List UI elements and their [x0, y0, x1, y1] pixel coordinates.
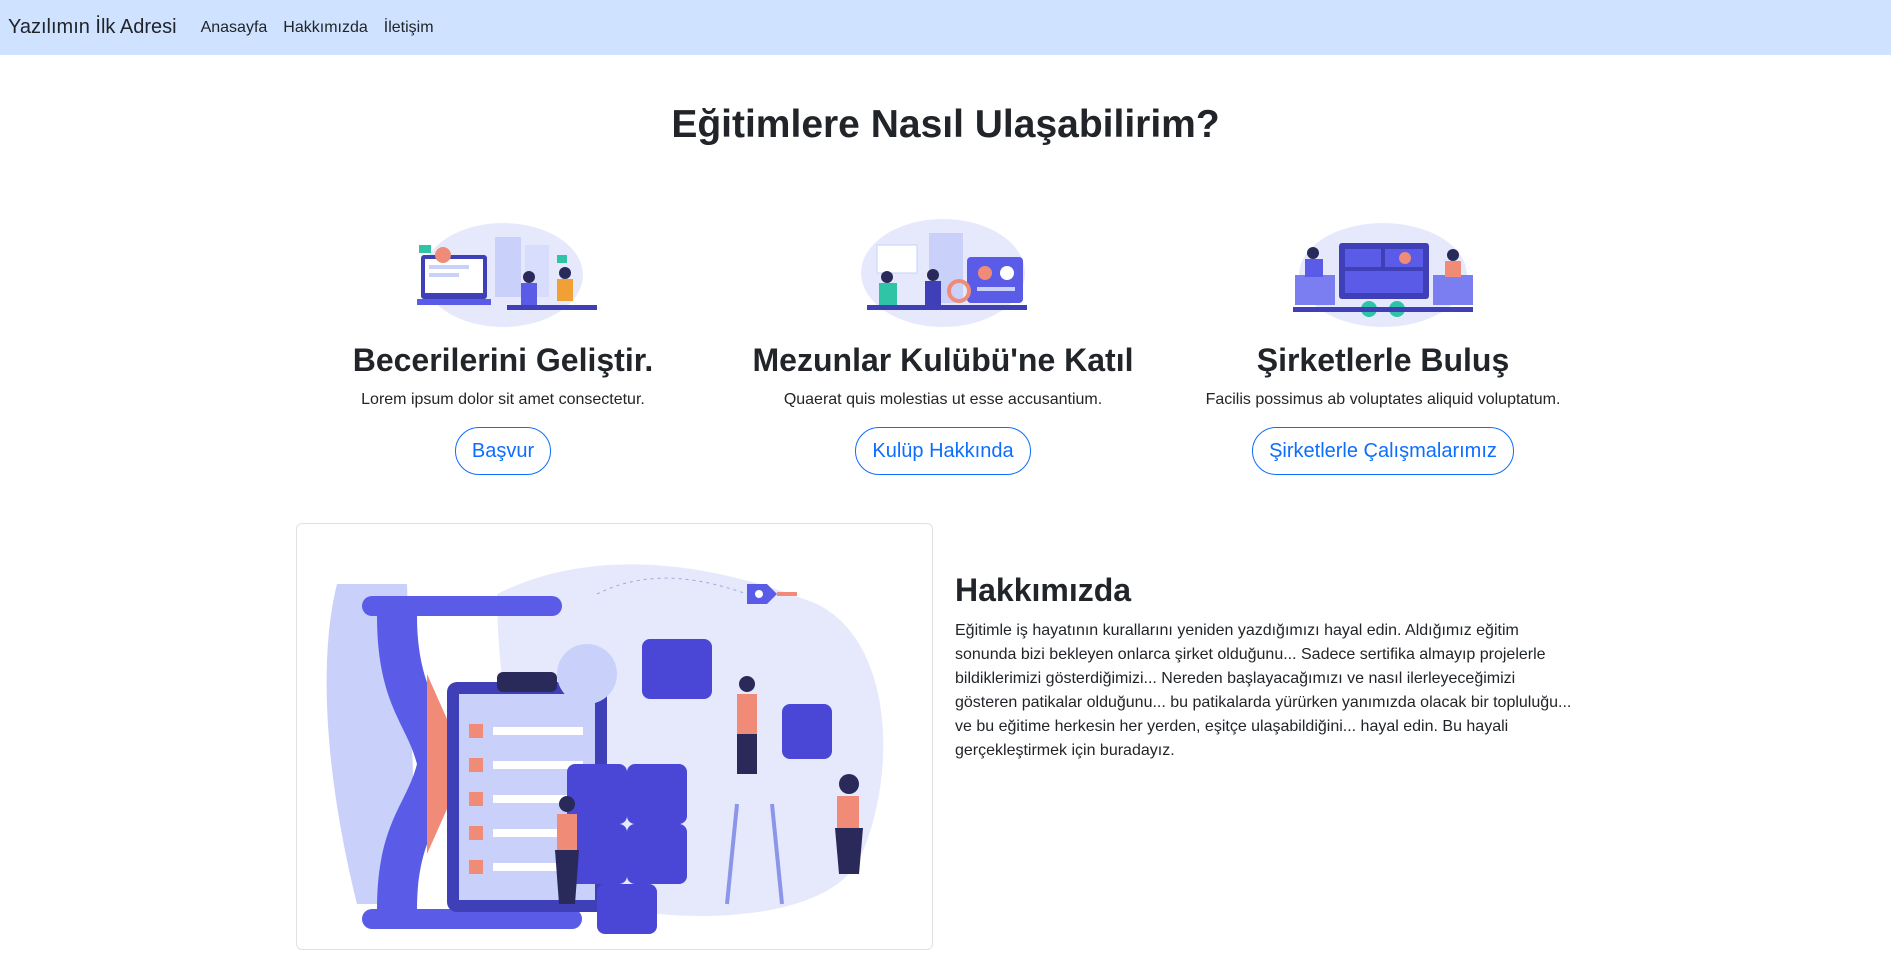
- feature-companies: Şirketlerle Buluş Facilis possimus ab vo…: [1168, 215, 1598, 475]
- nav-link-home[interactable]: Anasayfa: [201, 19, 268, 37]
- feature-alumni: Mezunlar Kulübü'ne Katıl Quaerat quis mo…: [728, 215, 1158, 475]
- navbar: Yazılımın İlk Adresi Anasayfa Hakkımızda…: [0, 0, 1891, 55]
- hourglass-puzzle-illustration: [326, 564, 884, 934]
- people-coding-illustration: [417, 223, 597, 327]
- company-works-button[interactable]: Şirketlerle Çalışmalarımız: [1252, 427, 1514, 475]
- navbar-brand[interactable]: Yazılımın İlk Adresi: [8, 16, 177, 39]
- about-text: Eğitimle iş hayatının kurallarını yenide…: [955, 622, 1572, 759]
- about-section: Hakkımızda Eğitimle iş hayatının kuralla…: [955, 572, 1580, 763]
- club-about-button[interactable]: Kulüp Hakkında: [855, 427, 1031, 475]
- apply-button[interactable]: Başvur: [454, 427, 552, 475]
- page-title: Eğitimlere Nasıl Ulaşabilirim?: [671, 103, 1220, 146]
- feature-skills: Becerilerini Geliştir. Lorem ipsum dolor…: [288, 215, 718, 475]
- feature-text: Quaerat quis molestias ut esse accusanti…: [783, 391, 1103, 408]
- nav-link-contact[interactable]: İletişim: [384, 19, 434, 37]
- people-networking-illustration: [861, 219, 1027, 327]
- feature-title: Becerilerini Geliştir.: [352, 342, 654, 378]
- feature-text: Lorem ipsum dolor sit amet consectetur.: [361, 391, 645, 408]
- people-dashboard-illustration: [1293, 223, 1473, 327]
- feature-title: Mezunlar Kulübü'ne Katıl: [752, 342, 1134, 378]
- feature-title: Şirketlerle Buluş: [1256, 342, 1510, 378]
- about-image-card: [296, 523, 933, 950]
- feature-text: Facilis possimus ab voluptates aliquid v…: [1205, 391, 1561, 408]
- about-title: Hakkımızda: [955, 572, 1132, 608]
- nav-link-about[interactable]: Hakkımızda: [283, 19, 367, 37]
